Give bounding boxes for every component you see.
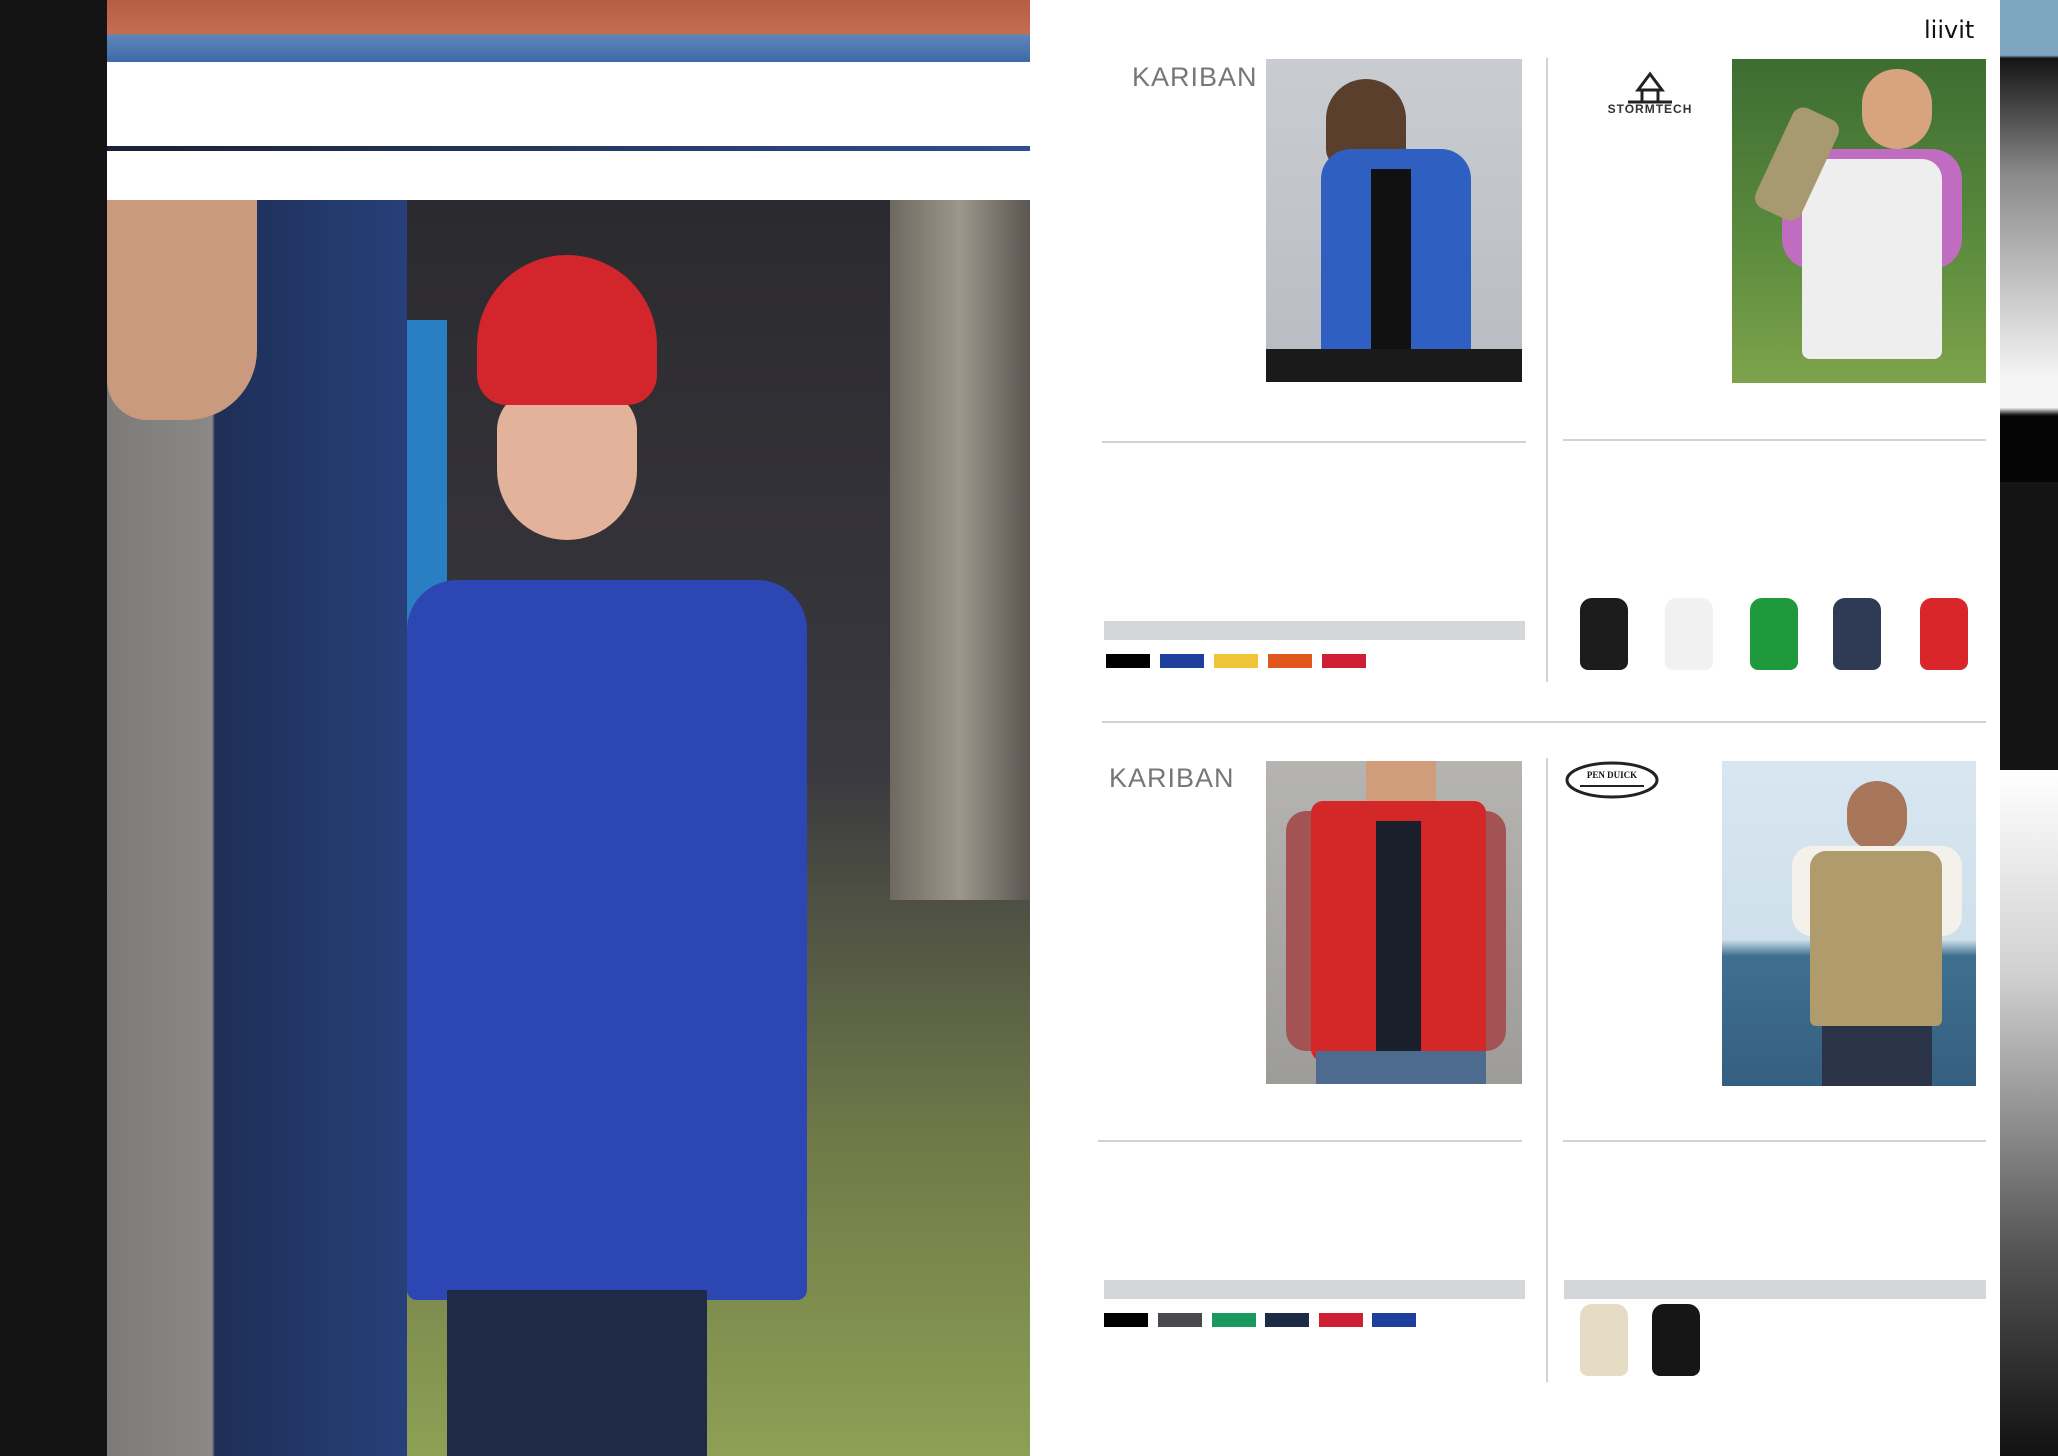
divider-p1 — [1102, 441, 1526, 443]
right-edge-tab-active — [2000, 416, 2058, 482]
swatch-red — [1319, 1313, 1363, 1327]
swatches-p1 — [1104, 654, 1525, 670]
color-bar-p3 — [1104, 1280, 1525, 1299]
woman-beanie — [477, 255, 657, 405]
swatch-green — [1212, 1313, 1256, 1327]
divider-p2 — [1563, 439, 1986, 441]
divider-p3 — [1098, 1140, 1522, 1142]
brand-logo-kariban: KARIBAN — [1132, 62, 1258, 92]
woman-face — [497, 390, 637, 540]
brand-logo-kariban-2: KARIBAN — [1109, 763, 1235, 793]
product-photo-4 — [1722, 761, 1976, 1086]
woman-vest — [407, 580, 807, 1300]
color-bar-p4 — [1564, 1280, 1986, 1299]
wood-wall — [890, 200, 1030, 900]
product-photo-1 — [1266, 59, 1522, 382]
right-edge-gradient — [2000, 770, 2058, 1456]
swatch-navy — [1265, 1313, 1309, 1327]
vest-thumb-beige — [1580, 1304, 1628, 1376]
swatches-p3 — [1104, 1313, 1525, 1329]
section-label: liivit — [1924, 16, 1975, 44]
swatch-red — [1322, 654, 1366, 668]
brand-logo-pen-duick: PEN DUICK — [1564, 759, 1660, 801]
brand-logo-stormtech: STORMTECH — [1598, 62, 1702, 120]
vest-thumb-red — [1920, 598, 1968, 670]
white-band-top — [107, 62, 1030, 146]
pen-duick-oval-icon — [1565, 761, 1659, 799]
swatch-black — [1106, 654, 1150, 668]
vest-thumb-white — [1665, 598, 1713, 670]
white-band-bottom — [107, 151, 1030, 200]
row-divider — [1102, 721, 1986, 723]
man-head — [107, 200, 257, 420]
left-spine — [0, 0, 107, 1456]
divider-p4 — [1563, 1140, 1986, 1142]
hero-photo-couple — [107, 200, 1030, 1456]
swatch-orange — [1268, 654, 1312, 668]
swatch-charcoal — [1158, 1313, 1202, 1327]
vest-thumbs-p4 — [1580, 1304, 1700, 1380]
product-photo-2 — [1732, 59, 1986, 383]
vest-thumbs-p2 — [1580, 598, 1980, 674]
vest-thumb-green — [1750, 598, 1798, 670]
color-bar-p1 — [1104, 621, 1525, 640]
woman-jeans — [447, 1290, 707, 1456]
swatch-blue — [1160, 654, 1204, 668]
column-divider-top — [1546, 58, 1548, 682]
swatch-blue — [1372, 1313, 1416, 1327]
product-photo-3 — [1266, 761, 1522, 1084]
swatch-yellow — [1214, 654, 1258, 668]
vest-thumb-navy — [1833, 598, 1881, 670]
column-divider-bottom — [1546, 758, 1548, 1382]
vest-thumb-black — [1580, 598, 1628, 670]
top-roof-photo — [107, 0, 1030, 62]
vest-thumb-black — [1652, 1304, 1700, 1376]
swatch-black — [1104, 1313, 1148, 1327]
